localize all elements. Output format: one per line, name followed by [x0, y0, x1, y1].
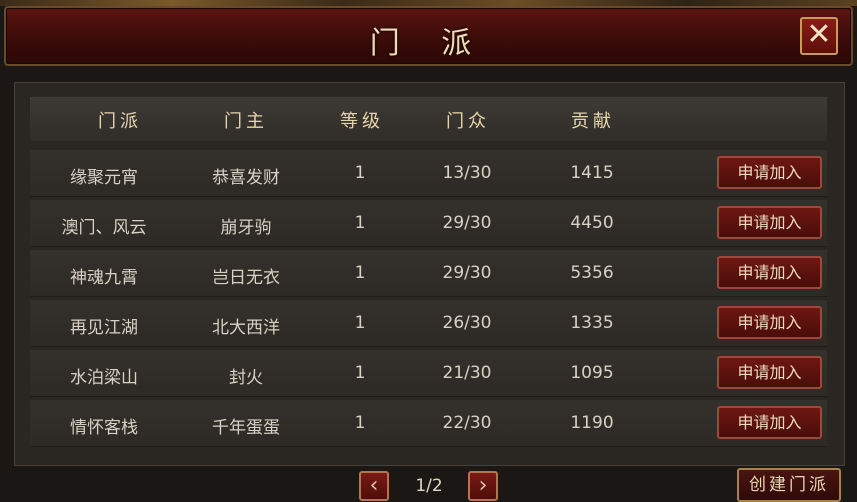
sect-contribution: 5356: [570, 263, 614, 283]
page-indicator: 1/2: [415, 476, 443, 496]
sect-level: 1: [354, 313, 366, 333]
sect-contribution: 4450: [570, 213, 614, 233]
sect-contribution: 1415: [570, 163, 614, 183]
next-page-button[interactable]: ›: [468, 471, 498, 501]
sect-members: 22/30: [442, 413, 492, 433]
sect-name: 缘聚元宵: [70, 168, 138, 188]
chevron-left-icon: ‹: [369, 473, 379, 498]
sect-members: 29/30: [442, 213, 492, 233]
window-title: 门 派: [369, 26, 488, 61]
table-row: 神魂九霄 岂日无衣 1 29/30 5356 申请加入: [30, 250, 827, 297]
sect-name: 再见江湖: [70, 318, 138, 338]
sect-name: 神魂九霄: [70, 268, 138, 288]
window-titlebar: 门 派: [4, 6, 853, 66]
sect-leader: 恭喜发财: [212, 168, 280, 188]
sect-level: 1: [354, 213, 366, 233]
chevron-right-icon: ›: [478, 473, 488, 498]
sect-leader: 岂日无衣: [212, 268, 280, 288]
sect-name: 情怀客栈: [70, 418, 138, 438]
table-header: 门派 门主 等级 门众 贡献: [30, 97, 827, 141]
sect-level: 1: [354, 363, 366, 383]
sect-name: 澳门、风云: [61, 218, 147, 238]
sect-members: 29/30: [442, 263, 492, 283]
sect-leader: 千年蛋蛋: [212, 418, 280, 438]
header-members: 门众: [446, 111, 490, 132]
join-button[interactable]: 申请加入: [717, 306, 822, 339]
join-button[interactable]: 申请加入: [717, 206, 822, 239]
sect-level: 1: [354, 263, 366, 283]
sect-leader: 崩牙驹: [220, 218, 272, 238]
table-row: 缘聚元宵 恭喜发财 1 13/30 1415 申请加入: [30, 150, 827, 197]
sect-level: 1: [354, 163, 366, 183]
close-icon: ✕: [806, 17, 832, 52]
table-row: 情怀客栈 千年蛋蛋 1 22/30 1190 申请加入: [30, 400, 827, 447]
table-row: 水泊梁山 封火 1 21/30 1095 申请加入: [30, 350, 827, 397]
header-contribution: 贡献: [571, 111, 615, 132]
sect-name: 水泊梁山: [70, 368, 138, 388]
join-button[interactable]: 申请加入: [717, 406, 822, 439]
header-leader: 门主: [224, 111, 268, 132]
join-button[interactable]: 申请加入: [717, 156, 822, 189]
sect-members: 21/30: [442, 363, 492, 383]
sect-leader: 封火: [229, 368, 263, 388]
sect-level: 1: [354, 413, 366, 433]
header-sect: 门派: [98, 111, 142, 132]
prev-page-button[interactable]: ‹: [359, 471, 389, 501]
sect-contribution: 1190: [570, 413, 614, 433]
close-button[interactable]: ✕: [800, 17, 838, 55]
join-button[interactable]: 申请加入: [717, 256, 822, 289]
table-row: 澳门、风云 崩牙驹 1 29/30 4450 申请加入: [30, 200, 827, 247]
header-level: 等级: [340, 111, 384, 132]
sect-contribution: 1335: [570, 313, 614, 333]
table-row: 再见江湖 北大西洋 1 26/30 1335 申请加入: [30, 300, 827, 347]
sect-contribution: 1095: [570, 363, 614, 383]
create-sect-button[interactable]: 创建门派: [737, 468, 841, 502]
sect-members: 26/30: [442, 313, 492, 333]
sect-leader: 北大西洋: [212, 318, 280, 338]
sect-members: 13/30: [442, 163, 492, 183]
join-button[interactable]: 申请加入: [717, 356, 822, 389]
